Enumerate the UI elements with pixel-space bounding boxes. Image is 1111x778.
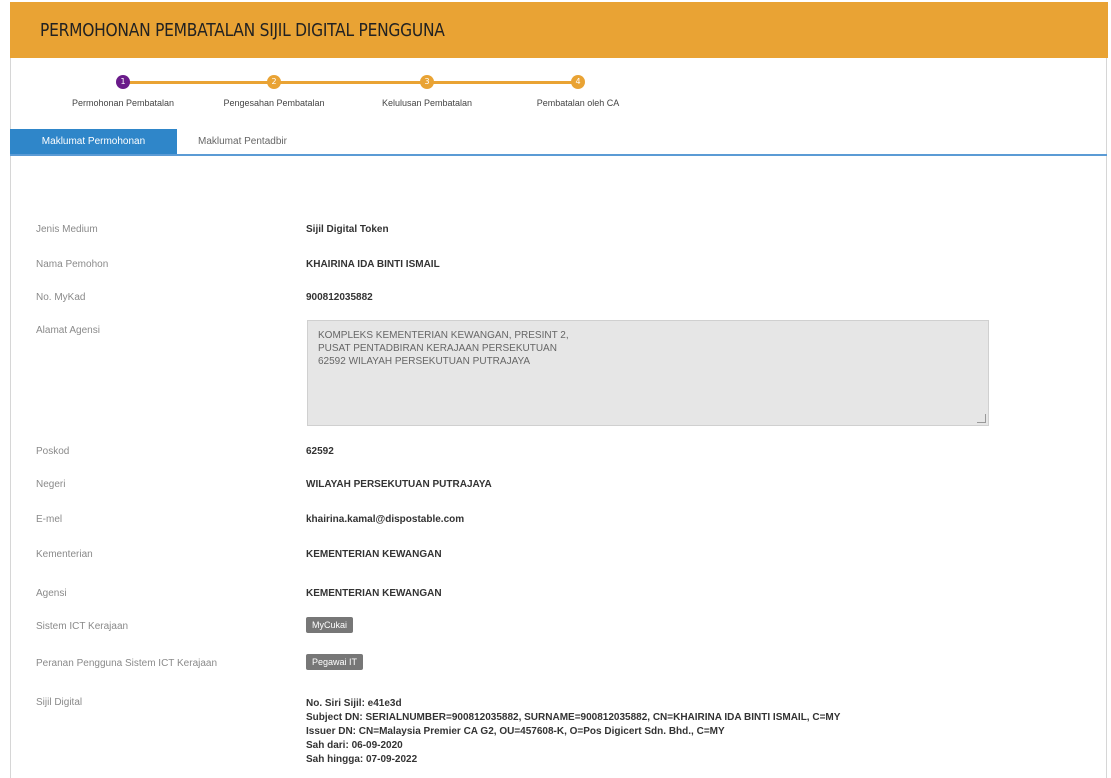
field-value: 900812035882 (306, 292, 373, 303)
field-label: Sijil Digital (36, 697, 83, 708)
address-line: PUSAT PENTADBIRAN KERAJAAN PERSEKUTUAN (318, 343, 557, 354)
field-value: 62592 (306, 446, 334, 457)
field-value: KEMENTERIAN KEWANGAN (306, 588, 442, 599)
step-permohonan-pembatalan: 1 Permohonan Pembatalan (53, 68, 193, 108)
step-label: Permohonan Pembatalan (71, 98, 175, 108)
field-label: Kementerian (36, 549, 93, 560)
cert-valid-from: Sah dari: 06-09-2020 (306, 740, 403, 751)
wizard-steps: 1 Permohonan Pembatalan 2 Pengesahan Pem… (40, 68, 640, 128)
field-label: Jenis Medium (36, 224, 98, 235)
address-line: KOMPLEKS KEMENTERIAN KEWANGAN, PRESINT 2… (318, 330, 569, 341)
frame-border-right (1106, 58, 1107, 778)
resize-grip-icon[interactable] (977, 414, 986, 423)
field-label: Poskod (36, 446, 70, 457)
step-indicator-1: 1 (116, 75, 130, 89)
field-value: Sijil Digital Token (306, 224, 389, 235)
step-kelulusan-pembatalan: 3 Kelulusan Pembatalan (357, 68, 497, 108)
sijil-digital-details: No. Siri Sijil: e41e3d Subject DN: SERIA… (306, 697, 840, 767)
step-label: Pengesahan Pembatalan (223, 98, 325, 108)
cert-serial: No. Siri Sijil: e41e3d (306, 698, 402, 709)
field-label: No. MyKad (36, 292, 86, 303)
step-label: Pembatalan oleh CA (536, 98, 620, 108)
cert-subject-dn: Subject DN: SERIALNUMBER=900812035882, S… (306, 712, 841, 723)
field-value: KEMENTERIAN KEWANGAN (306, 549, 442, 560)
tab-underline (10, 154, 1107, 156)
field-value: KHAIRINA IDA BINTI ISMAIL (306, 259, 440, 270)
tab-bar: Maklumat Permohonan Maklumat Pentadbir (10, 129, 1107, 156)
field-label: Nama Pemohon (36, 259, 109, 270)
field-label: Negeri (36, 479, 66, 490)
field-value: WILAYAH PERSEKUTUAN PUTRAJAYA (306, 479, 492, 490)
step-indicator-2: 2 (267, 75, 281, 89)
step-label: Kelulusan Pembatalan (381, 98, 473, 108)
peranan-badge: Pegawai IT (306, 654, 364, 670)
cert-valid-to: Sah hingga: 07-09-2022 (306, 754, 418, 765)
field-label: Alamat Agensi (36, 325, 100, 336)
field-value: khairina.kamal@dispostable.com (306, 514, 465, 525)
step-pengesahan-pembatalan: 2 Pengesahan Pembatalan (204, 68, 344, 108)
alamat-agensi-textarea[interactable]: KOMPLEKS KEMENTERIAN KEWANGAN, PRESINT 2… (307, 320, 989, 426)
tab-maklumat-permohonan[interactable]: Maklumat Permohonan (10, 129, 177, 154)
step-indicator-3: 3 (420, 75, 434, 89)
field-label: E-mel (36, 514, 63, 525)
field-label: Peranan Pengguna Sistem ICT Kerajaan (36, 658, 218, 669)
step-indicator-4: 4 (571, 75, 585, 89)
frame-border-left (10, 58, 11, 778)
tab-maklumat-pentadbir[interactable]: Maklumat Pentadbir (186, 129, 299, 154)
field-label: Agensi (36, 588, 67, 599)
address-line: 62592 WILAYAH PERSEKUTUAN PUTRAJAYA (318, 356, 531, 367)
field-label: Sistem ICT Kerajaan (36, 621, 129, 632)
sistem-ict-badge: MyCukai (306, 617, 354, 633)
page-header: PERMOHONAN PEMBATALAN SIJIL DIGITAL PENG… (10, 2, 1108, 58)
page-title: PERMOHONAN PEMBATALAN SIJIL DIGITAL PENG… (40, 19, 445, 41)
cert-issuer-dn: Issuer DN: CN=Malaysia Premier CA G2, OU… (306, 726, 725, 737)
step-pembatalan-oleh-ca: 4 Pembatalan oleh CA (508, 68, 648, 108)
